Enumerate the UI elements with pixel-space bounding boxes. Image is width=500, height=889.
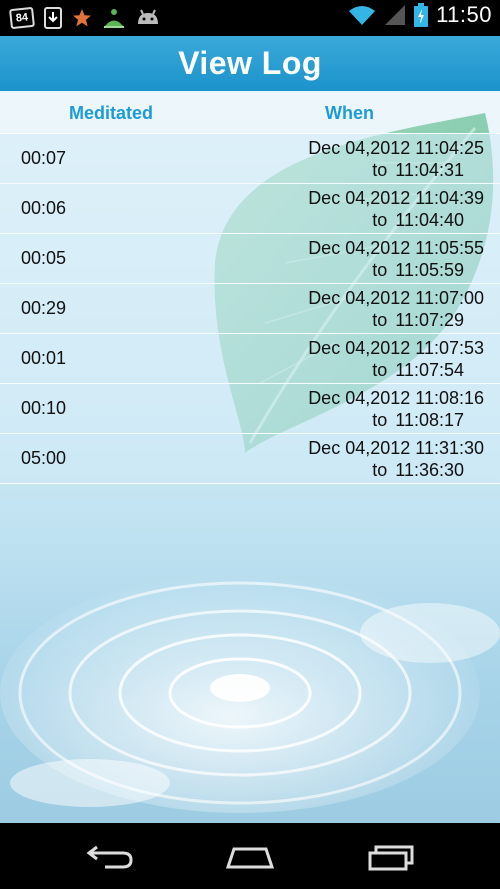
water-ripple-background	[0, 573, 500, 813]
log-row[interactable]: 00:06 Dec 04,2012 11:04:39 to 11:04:40	[0, 184, 500, 234]
end-time: 11:07:54	[395, 360, 464, 380]
title-bar: View Log	[0, 36, 500, 93]
duration: 00:05	[21, 248, 67, 268]
log-list: 00:07 Dec 04,2012 11:04:25 to 11:04:31 00…	[0, 134, 500, 484]
signal-icon	[384, 3, 406, 27]
to-label: to	[372, 360, 388, 380]
log-row[interactable]: 00:10 Dec 04,2012 11:08:16 to 11:08:17	[0, 384, 500, 434]
log-row[interactable]: 00:07 Dec 04,2012 11:04:25 to 11:04:31	[0, 134, 500, 184]
session-time: Dec 04,2012 11:04:39 to 11:04:40	[308, 187, 484, 231]
star-icon	[72, 6, 92, 30]
start-time: Dec 04,2012 11:07:00	[308, 288, 484, 308]
session-time: Dec 04,2012 11:04:25 to 11:04:31	[308, 137, 484, 181]
log-table-header: Meditated When	[0, 93, 500, 134]
start-time: Dec 04,2012 11:05:55	[308, 238, 484, 258]
navigation-bar	[0, 823, 500, 889]
recent-apps-button[interactable]	[362, 839, 418, 873]
to-label: to	[372, 160, 388, 180]
column-header-when: When	[325, 103, 374, 123]
start-time: Dec 04,2012 11:04:39	[308, 188, 484, 208]
log-row[interactable]: 00:01 Dec 04,2012 11:07:53 to 11:07:54	[0, 334, 500, 384]
end-time-line: to 11:07:29	[308, 309, 484, 331]
duration: 00:10	[21, 398, 67, 418]
notification-count-icon: 84	[9, 6, 35, 30]
clock: 11:50	[436, 2, 492, 27]
wifi-icon	[348, 3, 376, 27]
end-time-line: to 11:05:59	[308, 259, 484, 281]
home-icon	[225, 847, 275, 869]
end-time: 11:04:40	[395, 210, 464, 230]
start-time: Dec 04,2012 11:07:53	[308, 338, 484, 358]
to-label: to	[372, 260, 388, 280]
to-label: to	[372, 410, 388, 430]
end-time: 11:04:31	[395, 160, 464, 180]
page-title: View Log	[178, 45, 322, 81]
duration: 00:29	[21, 298, 67, 318]
duration: 00:07	[21, 148, 67, 168]
end-time-line: to 11:04:31	[308, 159, 484, 181]
end-time: 11:36:30	[395, 460, 464, 480]
log-row[interactable]: 00:05 Dec 04,2012 11:05:55 to 11:05:59	[0, 234, 500, 284]
end-time: 11:08:17	[395, 410, 464, 430]
android-icon	[136, 6, 160, 30]
system-status: 11:50	[348, 2, 492, 28]
duration: 00:06	[21, 198, 67, 218]
end-time-line: to 11:07:54	[308, 359, 484, 381]
status-bar: 84 11:50	[0, 0, 500, 36]
end-time-line: to 11:08:17	[308, 409, 484, 431]
to-label: to	[372, 460, 388, 480]
recent-apps-icon	[368, 845, 414, 871]
start-time: Dec 04,2012 11:31:30	[308, 438, 484, 458]
start-time: Dec 04,2012 11:04:25	[308, 138, 484, 158]
session-time: Dec 04,2012 11:31:30 to 11:36:30	[308, 437, 484, 481]
home-button[interactable]	[222, 839, 278, 873]
start-time: Dec 04,2012 11:08:16	[308, 388, 484, 408]
battery-charging-icon	[414, 3, 429, 27]
end-time: 11:07:29	[395, 310, 464, 330]
back-icon	[86, 845, 133, 869]
end-time-line: to 11:36:30	[308, 459, 484, 481]
end-time: 11:05:59	[395, 260, 464, 280]
duration: 00:01	[21, 348, 67, 368]
main-content: Meditated When 00:07 Dec 04,2012 11:04:2…	[0, 93, 500, 823]
back-button[interactable]	[82, 839, 138, 873]
notification-count: 84	[9, 6, 35, 30]
log-row[interactable]: 05:00 Dec 04,2012 11:31:30 to 11:36:30	[0, 434, 500, 484]
session-time: Dec 04,2012 11:08:16 to 11:08:17	[308, 387, 484, 431]
end-time-line: to 11:04:40	[308, 209, 484, 231]
session-time: Dec 04,2012 11:07:53 to 11:07:54	[308, 337, 484, 381]
meditation-app-icon	[102, 6, 126, 30]
session-time: Dec 04,2012 11:07:00 to 11:07:29	[308, 287, 484, 331]
download-icon	[44, 6, 62, 30]
to-label: to	[372, 210, 388, 230]
duration: 05:00	[21, 448, 67, 468]
notification-icons: 84	[9, 6, 160, 30]
to-label: to	[372, 310, 388, 330]
column-header-meditated: Meditated	[69, 103, 154, 123]
session-time: Dec 04,2012 11:05:55 to 11:05:59	[308, 237, 484, 281]
log-row[interactable]: 00:29 Dec 04,2012 11:07:00 to 11:07:29	[0, 284, 500, 334]
